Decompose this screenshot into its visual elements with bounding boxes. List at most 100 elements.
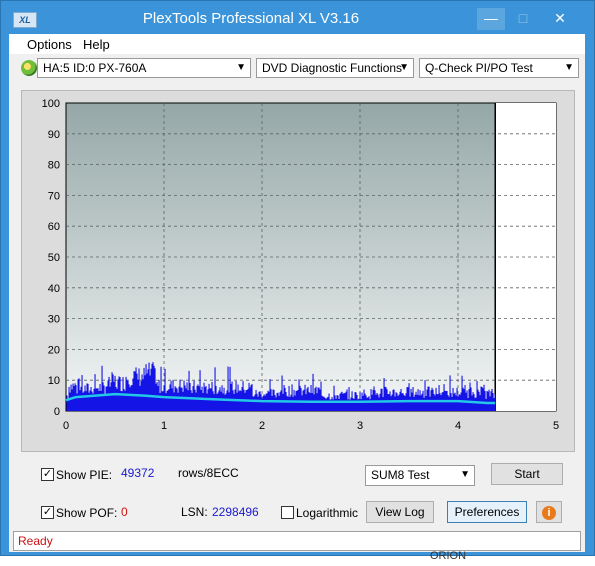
pie-bar xyxy=(319,389,321,411)
pie-bar xyxy=(128,384,130,411)
maximize-icon[interactable]: □ xyxy=(509,8,537,30)
pie-bar xyxy=(172,379,174,411)
pie-bar xyxy=(476,381,478,411)
pie-bar xyxy=(424,380,426,411)
pie-bar xyxy=(217,392,219,411)
pie-bar xyxy=(458,394,460,411)
pie-bar xyxy=(298,379,300,411)
pie-bar xyxy=(185,388,187,411)
pie-value: 49372 xyxy=(121,466,155,480)
drive-select-value: HA:5 ID:0 PX-760A xyxy=(43,61,147,75)
pie-bar xyxy=(367,397,369,411)
pie-bar xyxy=(66,395,68,411)
pie-bar xyxy=(96,388,98,411)
pie-bar xyxy=(455,395,457,411)
pie-bar xyxy=(382,396,384,411)
pie-bar xyxy=(480,386,482,411)
pie-bar xyxy=(421,393,423,411)
pie-bar xyxy=(425,396,427,411)
pie-bar xyxy=(242,381,244,411)
info-icon: i xyxy=(542,506,556,520)
title-bar[interactable]: XL PlexTools Professional XL V3.16 — □ ✕ xyxy=(1,1,594,35)
background-window xyxy=(0,556,595,566)
pie-bar xyxy=(409,396,411,411)
pie-bar xyxy=(362,395,364,411)
pie-bar xyxy=(171,388,173,411)
pie-bar xyxy=(177,392,179,411)
pie-bar xyxy=(149,375,151,411)
show-pie-checkbox[interactable]: ✓ xyxy=(41,468,54,481)
test-select[interactable]: Q-Check PI/PO Test ▼ xyxy=(419,58,579,78)
pie-bar xyxy=(275,397,277,411)
pie-bar xyxy=(216,394,218,411)
logarithmic-checkbox[interactable] xyxy=(281,506,294,519)
pie-bar xyxy=(469,382,471,411)
y-tick-label: 70 xyxy=(48,190,60,202)
pie-bar xyxy=(129,387,131,411)
pie-bar xyxy=(490,391,492,411)
pie-bar xyxy=(222,393,224,411)
pie-bar xyxy=(420,395,422,411)
view-log-button[interactable]: View Log xyxy=(366,501,434,523)
sum-test-select[interactable]: SUM8 Test ▼ xyxy=(365,465,475,486)
menu-help[interactable]: Help xyxy=(83,37,110,52)
pie-bar xyxy=(429,396,431,411)
show-pof-checkbox[interactable]: ✓ xyxy=(41,506,54,519)
pie-bar xyxy=(381,388,383,411)
pie-bar xyxy=(183,380,185,411)
pie-bar xyxy=(383,378,385,411)
pie-bar xyxy=(482,388,484,411)
pie-bar xyxy=(262,396,264,411)
pie-bar xyxy=(397,395,399,411)
pie-bar xyxy=(77,379,79,411)
pie-bar xyxy=(449,375,451,411)
pie-bar xyxy=(144,375,146,411)
pie-bar xyxy=(385,387,387,411)
pie-bar xyxy=(269,379,271,411)
pie-bar xyxy=(457,396,459,411)
pie-bar xyxy=(317,387,319,411)
minimize-icon[interactable]: — xyxy=(477,8,505,30)
pie-bar xyxy=(97,388,99,411)
pie-bar xyxy=(416,394,418,411)
preferences-button[interactable]: Preferences xyxy=(447,501,527,523)
pie-bar xyxy=(235,381,237,411)
pie-bar xyxy=(384,386,386,411)
menu-options-label: Options xyxy=(27,37,72,52)
pie-bar xyxy=(288,386,290,411)
menu-options[interactable]: Options xyxy=(27,37,72,52)
pie-bar xyxy=(80,386,82,411)
pie-bar xyxy=(143,367,145,411)
x-tick-label: 1 xyxy=(161,420,167,432)
pie-bar xyxy=(104,394,106,411)
pie-bar xyxy=(314,388,316,411)
pie-bar xyxy=(133,371,135,411)
y-tick-label: 40 xyxy=(48,283,60,295)
pie-bar xyxy=(230,383,232,411)
pie-bar xyxy=(434,395,436,411)
pie-bar xyxy=(265,393,267,411)
pie-bar xyxy=(286,395,288,411)
y-tick-label: 80 xyxy=(48,160,60,172)
pie-bar xyxy=(352,398,354,411)
pie-bar xyxy=(167,390,169,411)
pie-bar xyxy=(474,397,476,411)
pie-bar xyxy=(390,396,392,411)
info-button[interactable]: i xyxy=(536,501,562,523)
pie-bar xyxy=(220,391,222,411)
pie-bar xyxy=(406,387,408,411)
y-tick-label: 10 xyxy=(48,375,60,387)
pie-bar xyxy=(371,394,373,411)
x-tick-label: 0 xyxy=(63,420,69,432)
pie-bar xyxy=(284,387,286,411)
pie-bar xyxy=(225,393,227,411)
drive-select[interactable]: HA:5 ID:0 PX-760A ▼ xyxy=(37,58,251,78)
start-button[interactable]: Start xyxy=(491,463,563,485)
pie-bar xyxy=(99,384,101,411)
pie-bar xyxy=(168,389,170,411)
pie-bar xyxy=(71,389,73,411)
close-icon[interactable]: ✕ xyxy=(539,8,581,30)
pie-bar xyxy=(135,367,137,411)
pie-bar xyxy=(233,393,235,411)
function-select[interactable]: DVD Diagnostic Functions ▼ xyxy=(256,58,414,78)
